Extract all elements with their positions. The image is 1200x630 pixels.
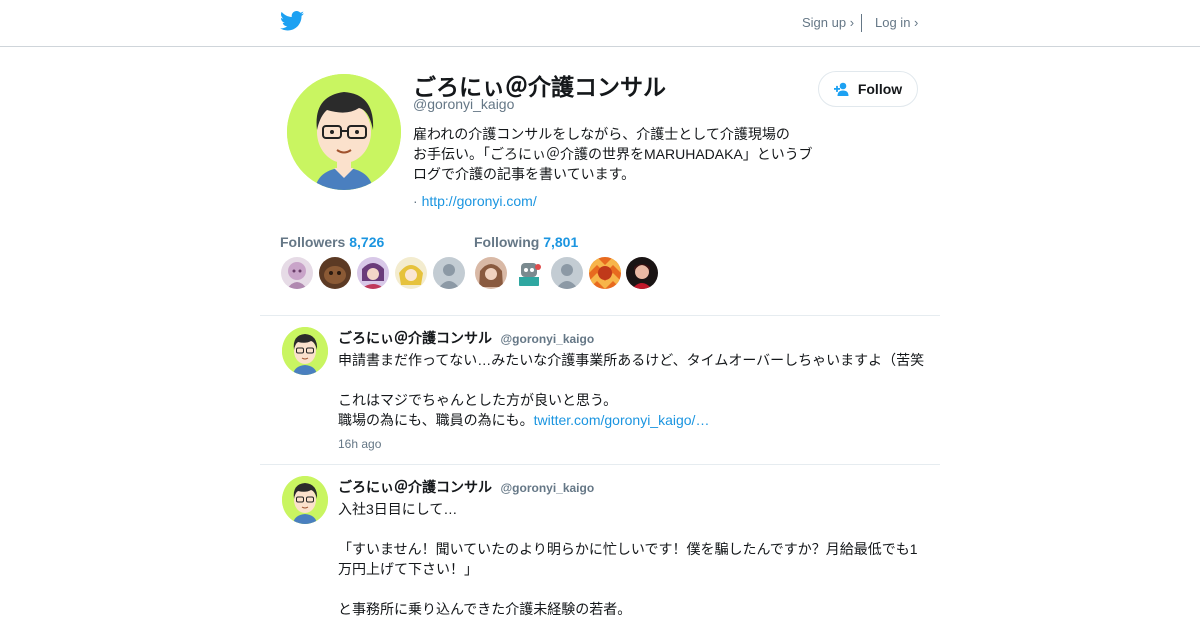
avatar-illustration	[287, 74, 401, 190]
tweet-line: 職場の為にも、職員の為にも。	[338, 412, 534, 428]
tweet-text: 申請書まだ作ってない…みたいな介護事業所あるけど、タイムオーバーしちゃいますよ（…	[338, 350, 938, 430]
following-stat[interactable]: Following 7,801	[474, 234, 578, 250]
tweet-line: 入社3日目にして…	[338, 501, 458, 517]
tweet-avatar[interactable]	[282, 327, 328, 375]
tweet-text: 入社3日目にして… 「すいません！聞いていたのより明らかに忙しいです！僕を騙した…	[338, 499, 928, 619]
following-avatar[interactable]	[513, 257, 545, 289]
follower-avatar[interactable]	[395, 257, 427, 289]
tweet-header: ごろにぃ＠介護コンサル @goronyi_kaigo	[338, 328, 594, 348]
follow-button[interactable]: Follow	[818, 71, 918, 107]
followers-label: Followers	[280, 234, 346, 250]
top-bar: Sign up › Log in ›	[0, 0, 1200, 47]
following-label: Following	[474, 234, 540, 250]
url-prefix: ·	[413, 193, 418, 209]
tweet-line: これはマジでちゃんとした方が良いと思う。	[338, 392, 618, 408]
followers-count: 8,726	[349, 234, 385, 250]
following-avatar[interactable]	[626, 257, 658, 289]
follower-avatar[interactable]	[319, 257, 351, 289]
tweet-author-name[interactable]: ごろにぃ＠介護コンサル	[338, 330, 492, 346]
tweet-link[interactable]: twitter.com/goronyi_kaigo/…	[534, 412, 710, 428]
profile-url-line: · http://goronyi.com/	[413, 193, 537, 209]
followers-stat[interactable]: Followers 8,726	[280, 234, 384, 250]
tweet-author-handle[interactable]: @goronyi_kaigo	[500, 481, 594, 495]
following-avatar[interactable]	[475, 257, 507, 289]
follower-avatar[interactable]	[281, 257, 313, 289]
tweet-divider	[260, 464, 940, 465]
tweet-avatar[interactable]	[282, 476, 328, 524]
log-in-link[interactable]: Log in ›	[875, 15, 918, 30]
tweet-header: ごろにぃ＠介護コンサル @goronyi_kaigo	[338, 477, 594, 497]
profile-handle: @goronyi_kaigo	[413, 96, 515, 112]
profile-avatar[interactable]	[287, 74, 401, 190]
follower-avatar[interactable]	[357, 257, 389, 289]
profile-bio: 雇われの介護コンサルをしながら、介護士として介護現場の お手伝い。「ごろにぃ＠介…	[413, 126, 813, 182]
following-avatar[interactable]	[589, 257, 621, 289]
following-avatar-default[interactable]	[551, 257, 583, 289]
nav-divider	[861, 14, 862, 32]
tweet-line: と事務所に乗り込んできた介護未経験の若者。	[338, 601, 632, 617]
add-user-icon	[833, 82, 849, 96]
tweet-timestamp[interactable]: 16h ago	[338, 437, 381, 451]
tweet-author-handle[interactable]: @goronyi_kaigo	[500, 332, 594, 346]
tweet-author-name[interactable]: ごろにぃ＠介護コンサル	[338, 479, 492, 495]
tweet-line: 申請書まだ作ってない…みたいな介護事業所あるけど、タイムオーバーしちゃいますよ（…	[338, 352, 925, 368]
sign-up-link[interactable]: Sign up ›	[802, 15, 854, 30]
following-count: 7,801	[543, 234, 579, 250]
tweet-line: 「すいません！聞いていたのより明らかに忙しいです！僕を騙したんですか？月給最低で…	[338, 541, 918, 577]
twitter-bird-icon[interactable]	[280, 11, 304, 31]
profile-url-link[interactable]: http://goronyi.com/	[422, 193, 537, 209]
follower-avatar-default[interactable]	[433, 257, 465, 289]
section-divider	[260, 315, 940, 316]
follow-label: Follow	[857, 81, 903, 97]
